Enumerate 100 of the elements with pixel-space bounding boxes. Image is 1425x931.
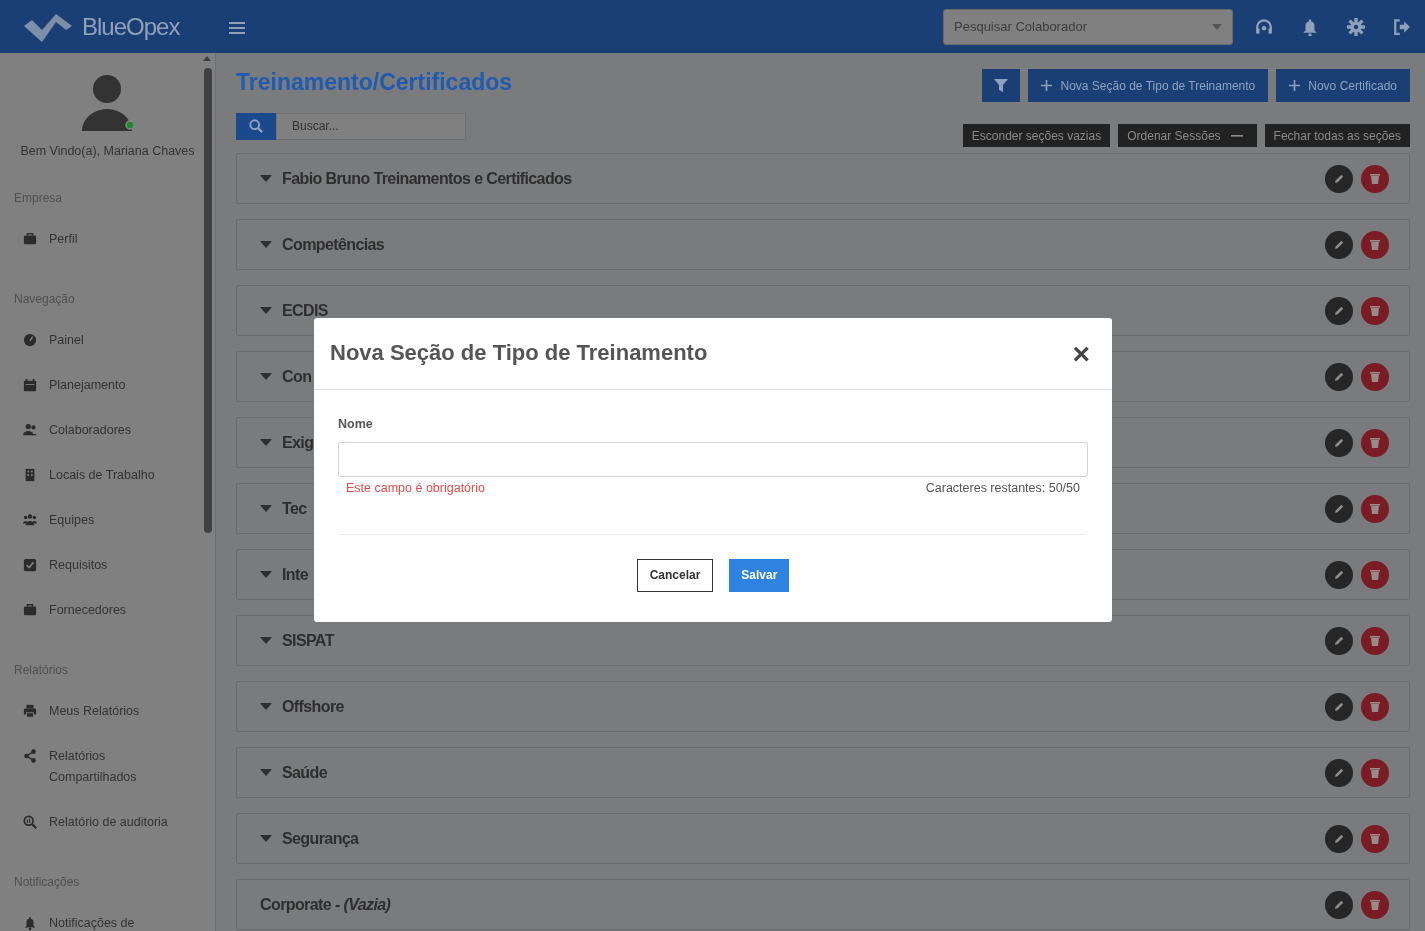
plus-icon (1289, 80, 1301, 91)
edit-button[interactable] (1325, 428, 1353, 457)
section-title: Corporate - (Vazia) (260, 894, 391, 915)
section-title: SISPAT (282, 630, 334, 651)
trash-icon (1370, 371, 1380, 382)
sidebar-item[interactable]: Planejamento (0, 362, 200, 408)
section-title: ECDIS (282, 300, 328, 321)
delete-button[interactable] (1361, 758, 1389, 787)
edit-button[interactable] (1325, 164, 1353, 193)
trash-icon (1370, 833, 1380, 844)
team-icon (23, 513, 37, 528)
edit-button[interactable] (1325, 494, 1353, 523)
name-input-field[interactable] (338, 441, 1088, 477)
edit-button[interactable] (1325, 362, 1353, 391)
section-header[interactable]: Corporate - (Vazia) (236, 879, 1410, 930)
delete-button[interactable] (1361, 692, 1389, 721)
section-title: Tec (282, 498, 307, 519)
delete-button[interactable] (1361, 494, 1389, 523)
edit-button[interactable] (1325, 824, 1353, 853)
search-icon (249, 119, 263, 134)
edit-button[interactable] (1325, 296, 1353, 325)
section-header[interactable]: Competências (236, 219, 1410, 270)
pencil-icon (1333, 371, 1345, 382)
edit-button[interactable] (1325, 758, 1353, 787)
sidebar-item[interactable]: Meus Relatórios (0, 688, 200, 734)
sidebar-item[interactable]: Locais de Trabalho (0, 452, 200, 498)
building-icon (23, 468, 37, 483)
sidebar-item[interactable]: Notificações de (0, 900, 200, 931)
search-field[interactable]: Buscar... (276, 112, 466, 140)
pencil-icon (1333, 239, 1345, 250)
sidebar-item[interactable]: Equipes (0, 497, 200, 543)
trash-icon (1370, 437, 1380, 448)
trash-icon (1370, 503, 1380, 514)
settings-icon (1347, 17, 1365, 36)
bell-icon (23, 916, 37, 931)
checkbox-icon (23, 558, 37, 573)
close-button[interactable]: × (1066, 337, 1096, 370)
sidebar-item[interactable]: Fornecedores (0, 587, 200, 633)
section-title: Inte (282, 564, 309, 585)
delete-button[interactable] (1361, 890, 1389, 919)
headset-icon (1255, 17, 1273, 36)
delete-button[interactable] (1361, 626, 1389, 655)
logout-icon (1393, 17, 1411, 36)
toggle-button[interactable]: Esconder seções vazias (962, 124, 1111, 147)
section-title: Fabio Bruno Treinamentos e Certificados (282, 168, 572, 189)
edit-button[interactable] (1325, 230, 1353, 259)
toggle-button[interactable]: Ordenar Sessões (1118, 124, 1257, 147)
delete-button[interactable] (1361, 164, 1389, 193)
employee-search-select[interactable]: Pesquisar Colaborador (943, 8, 1233, 45)
caret-icon (1212, 23, 1222, 30)
section-title: Segurança (282, 828, 359, 849)
sidebar-item[interactable]: Relatórios Compartilhados (0, 733, 200, 800)
filter-icon (994, 79, 1009, 92)
section-header[interactable]: Saúde (236, 747, 1410, 798)
delete-button[interactable] (1361, 230, 1389, 259)
delete-button[interactable] (1361, 362, 1389, 391)
toggle-button[interactable]: Fechar todas as seções (1264, 124, 1410, 147)
add-button[interactable]: Novo Certificado (1276, 69, 1410, 102)
trash-icon (1370, 173, 1380, 184)
delete-button[interactable] (1361, 824, 1389, 853)
trash-icon (1370, 239, 1380, 250)
delete-button[interactable] (1361, 560, 1389, 589)
filter-button[interactable] (982, 69, 1021, 102)
sidebar-item[interactable]: Perfil (0, 216, 200, 262)
edit-button[interactable] (1325, 692, 1353, 721)
sidebar-item[interactable]: Colaboradores (0, 407, 200, 453)
sidebar-item[interactable]: Requisitos (0, 542, 200, 588)
share-icon (23, 749, 37, 764)
scrollbar-thumb[interactable] (204, 68, 212, 533)
error-message: Este campo é obrigatório (346, 479, 485, 497)
users-icon (23, 423, 37, 438)
edit-button[interactable] (1325, 560, 1353, 589)
pencil-icon (1333, 701, 1345, 712)
printer-icon (23, 704, 37, 719)
save-button[interactable]: Salvar (729, 558, 790, 592)
cancel-button[interactable]: Cancelar (636, 558, 714, 592)
section-header[interactable]: Offshore (236, 681, 1410, 732)
add-button[interactable]: Nova Seção de Tipo de Treinamento (1028, 69, 1269, 102)
page-title: Treinamento/Certificados (236, 69, 513, 97)
sidebar-item[interactable]: Relatório de auditoria (0, 799, 200, 845)
pencil-icon (1333, 305, 1345, 316)
trash-icon (1370, 305, 1380, 316)
edit-button[interactable] (1325, 890, 1353, 919)
search-chart-icon (23, 815, 37, 830)
modal-title: Nova Seção de Tipo de Treinamento (330, 340, 708, 367)
trash-icon (1370, 635, 1380, 646)
delete-button[interactable] (1361, 428, 1389, 457)
trash-icon (1370, 701, 1380, 712)
trash-icon (1370, 899, 1380, 910)
sidebar-item[interactable]: Painel (0, 317, 200, 363)
scroll-up-icon[interactable] (203, 56, 211, 61)
delete-button[interactable] (1361, 296, 1389, 325)
section-header[interactable]: Fabio Bruno Treinamentos e Certificados (236, 153, 1410, 204)
pencil-icon (1333, 767, 1345, 778)
section-header[interactable]: Segurança (236, 813, 1410, 864)
pencil-icon (1333, 899, 1345, 910)
search-button[interactable] (236, 112, 276, 140)
edit-button[interactable] (1325, 626, 1353, 655)
field-label: Nome (338, 416, 374, 433)
section-title: Con (282, 366, 312, 387)
